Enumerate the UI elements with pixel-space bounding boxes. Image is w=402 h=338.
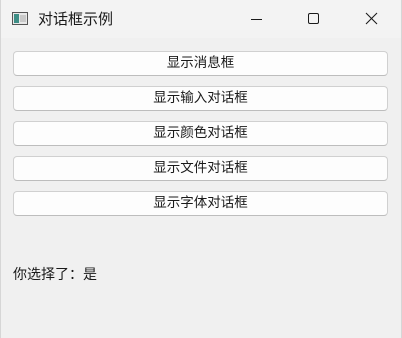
app-window: 对话框示例 显示消息框 显示输入对话框 显示颜色对话框 显示文件对话框 显示字体… — [0, 0, 402, 338]
show-message-box-button[interactable]: 显示消息框 — [13, 51, 388, 76]
maximize-button[interactable] — [289, 0, 335, 38]
maximize-icon — [308, 13, 319, 24]
window-title: 对话框示例 — [38, 10, 114, 28]
minimize-icon — [251, 19, 262, 20]
title-bar[interactable]: 对话框示例 — [1, 0, 401, 38]
result-label: 你选择了：是 — [13, 267, 97, 283]
show-input-dialog-button[interactable]: 显示输入对话框 — [13, 86, 388, 111]
close-icon — [365, 12, 378, 25]
minimize-button[interactable] — [233, 0, 279, 38]
app-icon — [12, 12, 28, 25]
close-button[interactable] — [347, 0, 393, 38]
show-file-dialog-button[interactable]: 显示文件对话框 — [13, 156, 388, 181]
show-color-dialog-button[interactable]: 显示颜色对话框 — [13, 121, 388, 146]
show-font-dialog-button[interactable]: 显示字体对话框 — [13, 191, 388, 216]
